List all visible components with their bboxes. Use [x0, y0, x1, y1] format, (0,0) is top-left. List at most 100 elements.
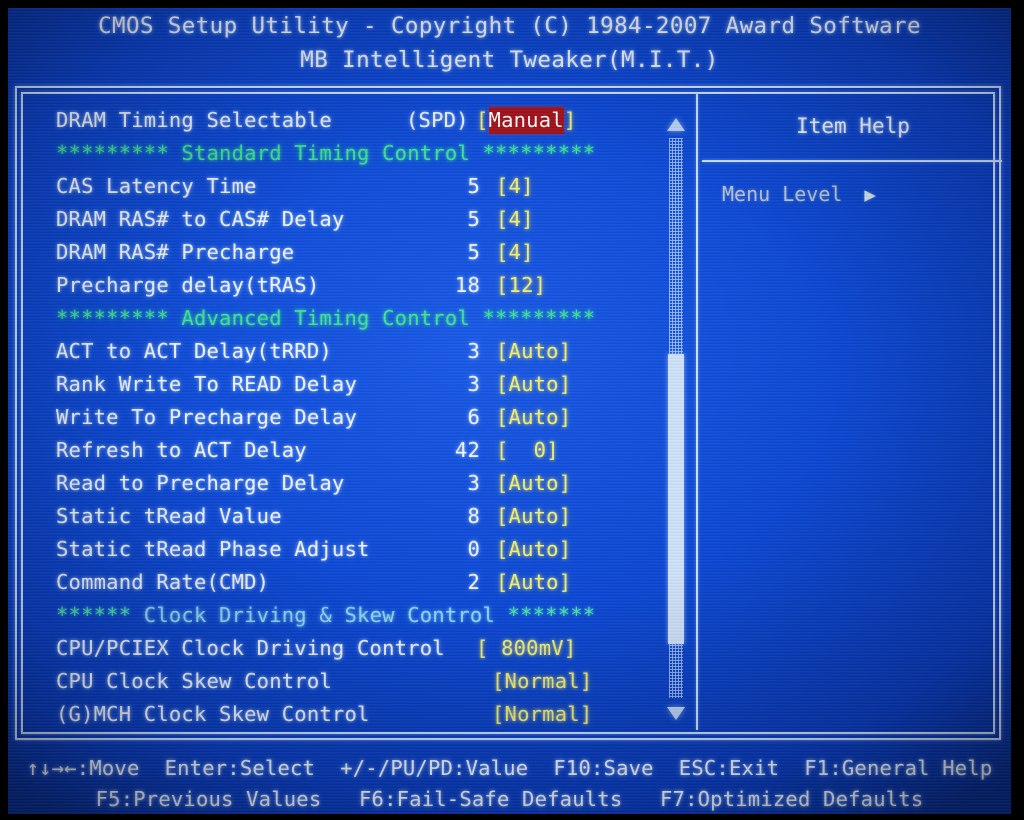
option-row[interactable]: DRAM RAS# Precharge 5 [4] [56, 236, 646, 269]
crt-bezel: CMOS Setup Utility - Copyright (C) 1984-… [0, 0, 1024, 820]
screen-header: CMOS Setup Utility - Copyright (C) 1984-… [8, 8, 1011, 75]
option-current-value: (SPD) [406, 108, 469, 132]
option-setting-value[interactable]: [Normal] [492, 698, 592, 731]
option-label: CAS Latency Time [56, 174, 257, 198]
option-row[interactable]: DRAM Timing Selectable (SPD) [Manual] [56, 104, 646, 137]
option-current-value: 8 [467, 504, 480, 528]
option-setting-value[interactable]: [Manual] [476, 104, 576, 137]
option-label: DRAM RAS# to CAS# Delay [56, 207, 345, 231]
option-setting-value[interactable]: [12] [496, 269, 546, 302]
option-current-value: 5 [467, 240, 480, 264]
separator-stars-right: ********* [482, 306, 596, 330]
option-row[interactable]: Rank Write To READ Delay 3 [Auto] [56, 368, 646, 401]
option-row[interactable]: Command Rate(CMD) 2 [Auto] [56, 566, 646, 599]
pane-divider [696, 94, 698, 730]
item-help-divider [702, 160, 1002, 162]
option-setting-value[interactable]: [Auto] [496, 368, 571, 401]
option-label: Refresh to ACT Delay [56, 438, 307, 462]
section-separator: ********* Advanced Timing Control ******… [56, 302, 646, 335]
key-help-bar: ↑↓→←:Move Enter:Select +/-/PU/PD:Value F… [8, 753, 1011, 814]
option-row[interactable]: CAS Latency Time 5 [4] [56, 170, 646, 203]
option-setting-text: 4 [508, 174, 522, 198]
menu-level-label: Menu Level [722, 182, 843, 206]
option-label: Write To Precharge Delay [56, 405, 358, 429]
option-label: CPU Clock Skew Control [56, 669, 332, 693]
separator-stars-left: ********* [56, 141, 169, 165]
option-row[interactable]: Static tRead Phase Adjust 0 [Auto] [56, 533, 646, 566]
option-label: Command Rate(CMD) [56, 570, 270, 594]
section-separator: ****** Clock Driving & Skew Control ****… [56, 599, 646, 632]
page-subtitle: MB Intelligent Tweaker(M.I.T.) [300, 47, 719, 73]
option-setting-text: Auto [508, 504, 559, 528]
item-help-pane: Item Help Menu Level ▶ [702, 100, 1002, 728]
option-setting-value[interactable]: [Auto] [496, 533, 571, 566]
bios-screen: CMOS Setup Utility - Copyright (C) 1984-… [8, 8, 1011, 814]
option-setting-value[interactable]: [ 800mV] [476, 632, 576, 665]
key-help-line-2: F5:Previous Values F6:Fail-Safe Defaults… [95, 787, 924, 811]
option-row[interactable]: (G)MCH Clock Skew Control [Normal] [56, 698, 646, 731]
option-current-value: 5 [467, 174, 480, 198]
option-setting-text: Normal [504, 702, 580, 726]
option-current-value: 0 [467, 537, 480, 561]
separator-stars-left: ********* [56, 306, 169, 330]
option-label: CPU/PCIEX Clock Driving Control [56, 636, 445, 660]
option-setting-text: Auto [508, 405, 559, 429]
option-setting-text: 12 [508, 273, 534, 297]
option-current-value: 6 [467, 405, 480, 429]
option-label: Read to Precharge Delay [56, 471, 345, 495]
option-row[interactable]: Refresh to ACT Delay 42 [ 0] [56, 434, 646, 467]
separator-stars-right: ********* [482, 141, 596, 165]
scrollbar-thumb[interactable] [668, 354, 684, 644]
menu-level-row: Menu Level ▶ [722, 182, 876, 206]
option-label: DRAM RAS# Precharge [56, 240, 295, 264]
option-label: Static tRead Phase Adjust [56, 537, 370, 561]
option-setting-value[interactable]: [ 0] [496, 434, 559, 467]
option-setting-text: Auto [508, 339, 559, 363]
separator-label: Advanced Timing Control [168, 306, 483, 330]
option-row[interactable]: ACT to ACT Delay(tRRD) 3 [Auto] [56, 335, 646, 368]
option-label: Rank Write To READ Delay [56, 372, 358, 396]
option-setting-text: 0 [508, 438, 547, 462]
key-help-line-1: ↑↓→←:Move Enter:Select +/-/PU/PD:Value F… [26, 756, 993, 780]
option-setting-text: Normal [504, 669, 580, 693]
option-label: Precharge delay(tRAS) [56, 273, 320, 297]
option-setting-value[interactable]: [4] [496, 203, 534, 236]
option-setting-value[interactable]: [Auto] [496, 500, 571, 533]
option-setting-value[interactable]: [Normal] [492, 665, 592, 698]
option-row[interactable]: Static tRead Value 8 [Auto] [56, 500, 646, 533]
option-current-value: 18 [454, 273, 480, 297]
separator-label: Clock Driving & Skew Control [131, 603, 508, 627]
option-row[interactable]: Precharge delay(tRAS) 18 [12] [56, 269, 646, 302]
section-separator: ********* Standard Timing Control ******… [56, 137, 646, 170]
item-help-title: Item Help [796, 114, 910, 138]
option-setting-value[interactable]: [Auto] [496, 467, 571, 500]
page-title: CMOS Setup Utility - Copyright (C) 1984-… [98, 13, 921, 39]
scroll-up-arrow-icon[interactable] [667, 118, 685, 131]
option-setting-value[interactable]: [Auto] [496, 566, 571, 599]
option-row[interactable]: CPU/PCIEX Clock Driving Control [ 800mV] [56, 632, 646, 665]
option-current-value: 2 [467, 570, 480, 594]
option-setting-value[interactable]: [4] [496, 170, 534, 203]
option-label: Static tRead Value [56, 504, 282, 528]
option-row[interactable]: DRAM RAS# to CAS# Delay 5 [4] [56, 203, 646, 236]
option-setting-text: Auto [508, 471, 559, 495]
separator-label: Standard Timing Control [168, 141, 483, 165]
option-row[interactable]: Read to Precharge Delay 3 [Auto] [56, 467, 646, 500]
option-current-value: 3 [467, 372, 480, 396]
menu-level-chevron-right-icon: ▶ [864, 184, 876, 206]
option-current-value: 3 [467, 471, 480, 495]
separator-stars-left: ****** [56, 603, 132, 627]
option-setting-value[interactable]: [4] [496, 236, 534, 269]
option-setting-text: Auto [508, 570, 559, 594]
option-setting-text: 4 [508, 207, 522, 231]
options-scrollbar[interactable] [663, 108, 689, 728]
option-setting-value[interactable]: [Auto] [496, 401, 571, 434]
option-setting-value[interactable]: [Auto] [496, 335, 571, 368]
option-row[interactable]: CPU Clock Skew Control [Normal] [56, 665, 646, 698]
option-current-value: 5 [467, 207, 480, 231]
option-setting-text: Auto [508, 537, 559, 561]
option-current-value: 3 [467, 339, 480, 363]
separator-stars-right: ******* [507, 603, 596, 627]
option-row[interactable]: Write To Precharge Delay 6 [Auto] [56, 401, 646, 434]
scroll-down-arrow-icon[interactable] [667, 707, 685, 720]
